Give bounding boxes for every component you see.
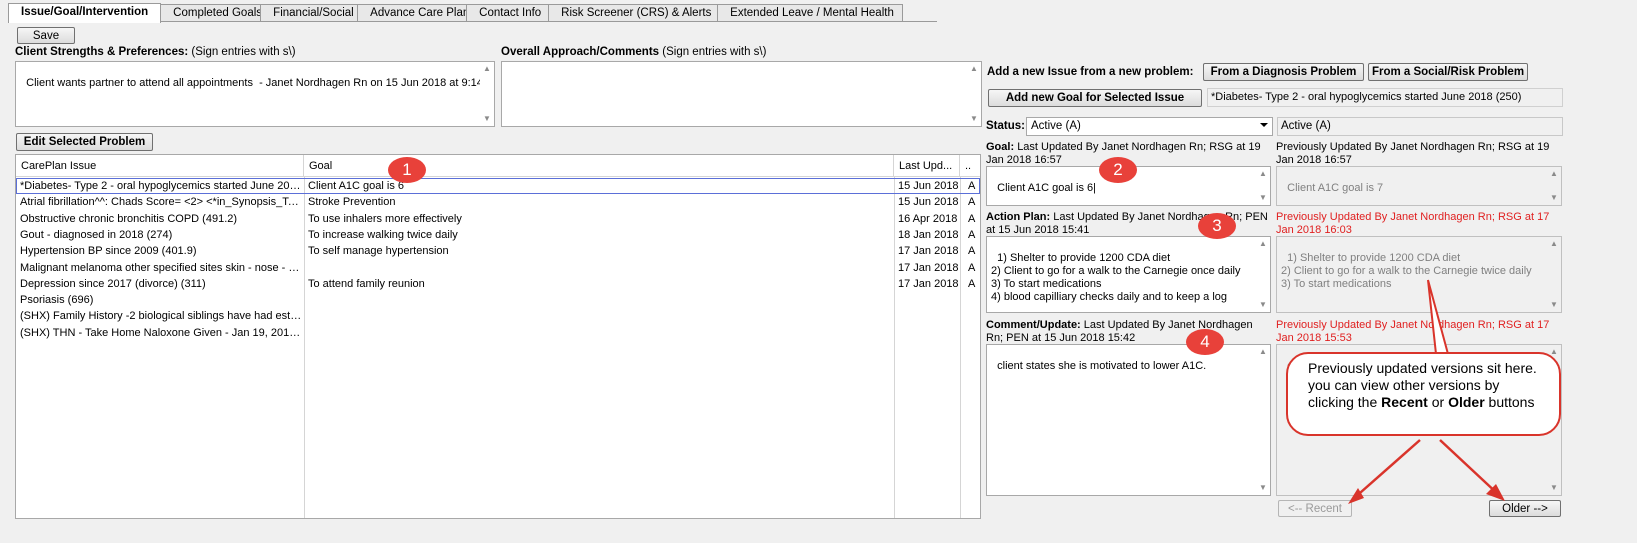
strengths-textarea[interactable]: Client wants partner to attend all appoi…	[15, 61, 495, 127]
action-plan-scrollbar[interactable]: ▲ ▼	[1256, 237, 1270, 312]
tab-advance-care-plan[interactable]: Advance Care Plan	[357, 4, 469, 22]
table-row[interactable]: Malignant melanoma other specified sites…	[16, 260, 980, 276]
cell-issue: Obstructive chronic bronchitis COPD (491…	[20, 212, 238, 225]
cell-status: A	[968, 180, 976, 192]
cell-goal: Stroke Prevention	[308, 196, 396, 209]
arrow-to-recent	[1351, 439, 1421, 501]
table-row[interactable]: Hypertension BP since 2009 (401.9) To sel…	[16, 243, 980, 259]
approach-textarea[interactable]: ▲ ▼	[501, 61, 982, 127]
marker-1: 1	[388, 157, 426, 183]
goal-scrollbar[interactable]: ▲ ▼	[1256, 167, 1270, 205]
status-select[interactable]: Active (A)	[1026, 117, 1273, 136]
cell-last-updated: 15 Jun 2018	[898, 196, 959, 209]
header-careplan-issue[interactable]: CarePlan Issue	[16, 155, 304, 177]
cell-issue: (SHX) Family History -2 biological sibli…	[20, 310, 304, 323]
selected-issue-field: *Diabetes- Type 2 - oral hypoglycemics s…	[1207, 88, 1563, 107]
cell-status: A	[968, 228, 976, 241]
cell-status	[962, 325, 980, 341]
add-new-goal-button[interactable]: Add new Goal for Selected Issue	[988, 89, 1202, 107]
table-row[interactable]: Obstructive chronic bronchitis COPD (491…	[16, 211, 980, 227]
help-callout: Previously updated versions sit here. yo…	[1286, 352, 1561, 436]
tab-issue-goal-intervention[interactable]: Issue/Goal/Intervention	[8, 3, 162, 23]
tab-risk-screener[interactable]: Risk Screener (CRS) & Alerts	[548, 4, 719, 22]
prev-action-plan-header: Previously Updated By Janet Nordhagen Rn…	[1276, 211, 1550, 236]
cell-last-updated	[896, 292, 960, 308]
tab-financial-social[interactable]: Financial/Social	[260, 4, 359, 22]
action-plan-textarea[interactable]: 1) Shelter to provide 1200 CDA diet 2) C…	[986, 236, 1271, 313]
cell-last-updated: 17 Jan 2018	[898, 261, 959, 274]
comment-header: Comment/Update: Last Updated By Janet No…	[986, 319, 1253, 344]
cell-last-updated: 15 Jun 2018	[898, 180, 959, 192]
prev-goal-scrollbar[interactable]: ▲ ▼	[1547, 167, 1561, 205]
table-row[interactable]: (SHX) Family History -2 biological sibli…	[16, 308, 980, 324]
tab-extended-leave[interactable]: Extended Leave / Mental Health	[717, 4, 904, 22]
cell-status	[962, 292, 980, 308]
tab-bar: Issue/Goal/Intervention Completed Goals …	[8, 3, 904, 23]
cell-last-updated: 16 Apr 2018	[898, 212, 958, 225]
cell-goal: To attend family reunion	[308, 277, 425, 290]
table-row[interactable]: Gout - diagnosed in 2018 (274) To increas…	[16, 227, 980, 243]
cell-status: A	[968, 245, 976, 258]
careplan-table: CarePlan Issue Goal Last Upd... .. *Diab…	[15, 154, 981, 519]
cell-issue: Hypertension BP since 2009 (401.9)	[20, 245, 197, 258]
cell-last-updated: 17 Jan 2018	[898, 277, 959, 290]
cell-issue: Psoriasis (696)	[20, 294, 94, 307]
cell-goal: To self manage hypertension	[308, 245, 449, 258]
approach-scrollbar[interactable]: ▲ ▼	[967, 62, 981, 126]
marker-2: 2	[1099, 157, 1137, 183]
cell-goal: To increase walking twice daily	[308, 228, 458, 241]
cell-last-updated: 17 Jan 2018	[898, 245, 959, 258]
cell-goal: To use inhalers more effectively	[308, 212, 462, 225]
cell-last-updated: 18 Jan 2018	[898, 228, 959, 241]
cell-goal	[306, 292, 894, 308]
edit-selected-problem-button[interactable]: Edit Selected Problem	[16, 133, 153, 151]
cell-issue: *Diabetes- Type 2 - oral hypoglycemics s…	[20, 180, 304, 192]
arrow-to-older	[1439, 439, 1501, 497]
marker-3: 3	[1198, 213, 1236, 239]
cell-goal: Client A1C goal is 6	[308, 180, 404, 192]
strengths-scrollbar[interactable]: ▲ ▼	[480, 62, 494, 126]
cell-goal	[306, 308, 894, 324]
cell-issue: Gout - diagnosed in 2018 (274)	[20, 228, 173, 241]
cell-last-updated	[896, 308, 960, 324]
cell-status: A	[968, 277, 976, 290]
cell-status: A	[968, 261, 976, 274]
cell-issue: (SHX) THN - Take Home Naloxone Given - J…	[20, 326, 304, 339]
table-header: CarePlan Issue Goal Last Upd... ..	[16, 155, 980, 177]
from-diagnosis-problem-button[interactable]: From a Diagnosis Problem	[1203, 63, 1364, 81]
cell-goal	[306, 260, 894, 276]
cell-issue: Depression since 2017 (divorce) (311)	[20, 277, 206, 290]
comment-textarea[interactable]: client states she is motivated to lower …	[986, 344, 1271, 496]
status-label: Status:	[986, 120, 1025, 132]
table-row[interactable]: Atrial fibrillation^^: Chads Score= <2> …	[16, 194, 980, 210]
prev-goal-header: Previously Updated By Janet Nordhagen Rn…	[1276, 141, 1550, 166]
cell-issue: Malignant melanoma other specified sites…	[20, 261, 304, 274]
add-issue-label: Add a new Issue from a new problem:	[987, 66, 1194, 78]
tab-completed-goals[interactable]: Completed Goals	[160, 4, 262, 22]
chevron-down-icon	[1260, 123, 1268, 127]
table-row[interactable]: Depression since 2017 (divorce) (311) To …	[16, 276, 980, 292]
table-row[interactable]: *Diabetes- Type 2 - oral hypoglycemics s…	[16, 178, 980, 194]
cell-status: A	[968, 196, 976, 209]
cell-status	[962, 308, 980, 324]
cell-last-updated	[896, 325, 960, 341]
table-row[interactable]: Psoriasis (696)	[16, 292, 980, 308]
callout-pointer	[1427, 279, 1450, 355]
cell-status: A	[968, 212, 976, 225]
prev-goal-textarea: Client A1C goal is 7 ▲ ▼	[1276, 166, 1562, 206]
marker-4: 4	[1186, 329, 1224, 355]
from-social-risk-problem-button[interactable]: From a Social/Risk Problem	[1368, 63, 1528, 81]
cell-goal	[306, 325, 894, 341]
comment-scrollbar[interactable]: ▲ ▼	[1256, 345, 1270, 495]
header-last-updated[interactable]: Last Upd...	[894, 155, 960, 177]
header-status[interactable]: ..	[960, 155, 980, 177]
save-button[interactable]: Save	[17, 27, 75, 44]
tab-contact-info[interactable]: Contact Info	[466, 4, 550, 22]
cell-issue: Atrial fibrillation^^: Chads Score= <2> …	[20, 196, 304, 209]
strengths-label: Client Strengths & Preferences: (Sign en…	[15, 46, 296, 58]
approach-label: Overall Approach/Comments (Sign entries …	[501, 46, 767, 58]
table-row[interactable]: (SHX) THN - Take Home Naloxone Given - J…	[16, 325, 980, 341]
prev-status-field: Active (A)	[1277, 117, 1563, 136]
